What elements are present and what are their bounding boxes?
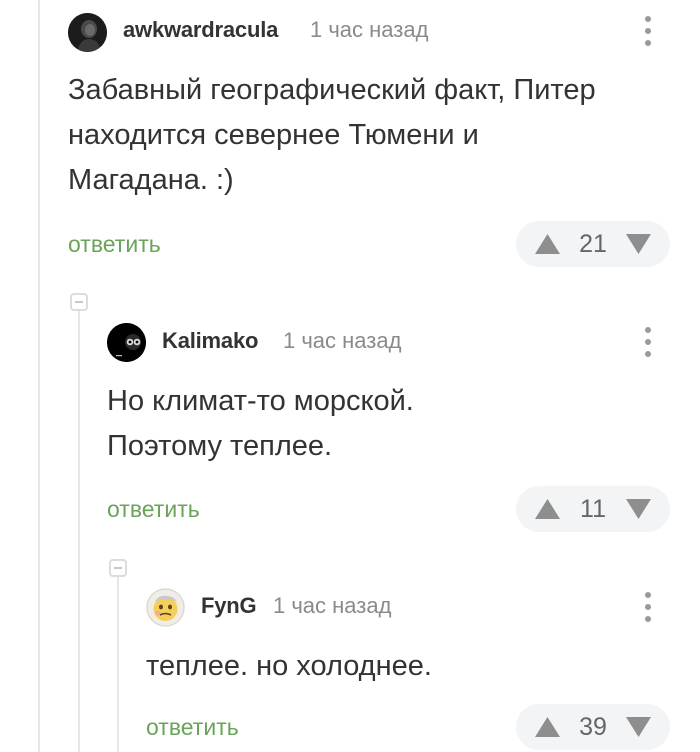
more-options-icon[interactable] [637, 590, 659, 624]
username[interactable]: awkwardracula [123, 17, 278, 43]
comment-text: Но климат-то морской. Поэтому теплее. [107, 379, 414, 469]
rating-count: 11 [580, 495, 606, 523]
collapse-thread-button[interactable] [109, 559, 127, 577]
timestamp: 1 час назад [310, 17, 429, 42]
comment-text-line: Но климат-то морской. [107, 385, 414, 417]
username[interactable]: FynG [201, 593, 257, 619]
downvote-icon[interactable] [625, 716, 652, 738]
downvote-icon[interactable] [625, 233, 652, 255]
timestamp: 1 час назад [283, 328, 402, 353]
rating-widget: 39 [516, 704, 670, 750]
downvote-icon[interactable] [625, 498, 652, 520]
user-emoji-avatar-icon [146, 588, 185, 627]
user-photo-icon [68, 13, 107, 52]
comment-text-line: находится севернее Тюмени и [68, 119, 479, 151]
comment-text: Забавный географический факт, Питер нахо… [68, 68, 596, 203]
collapse-thread-button[interactable] [70, 293, 88, 311]
comment-text-line: Магадана. :) [68, 164, 234, 196]
reply-link[interactable]: ответить [146, 714, 239, 741]
timestamp: 1 час назад [273, 593, 392, 618]
thread-line-level-2 [117, 577, 119, 752]
upvote-icon[interactable] [534, 233, 561, 255]
username[interactable]: Kalimako [162, 328, 258, 354]
avatar[interactable] [68, 13, 107, 52]
thread-line-root [38, 0, 40, 752]
comment-text-line: теплее. но холоднее. [146, 650, 432, 682]
rating-count: 21 [579, 230, 607, 258]
comment-text-line: Поэтому теплее. [107, 430, 333, 462]
rating-widget: 21 [516, 221, 670, 267]
thread-line-level-1 [78, 310, 80, 752]
upvote-icon[interactable] [534, 498, 561, 520]
more-options-icon[interactable] [637, 325, 659, 359]
user-photo-icon [107, 323, 146, 362]
avatar[interactable] [107, 323, 146, 362]
avatar[interactable] [146, 588, 185, 627]
reply-link[interactable]: ответить [107, 496, 200, 523]
rating-widget: 11 [516, 486, 670, 532]
rating-count: 39 [579, 713, 607, 741]
reply-link[interactable]: ответить [68, 231, 161, 258]
upvote-icon[interactable] [534, 716, 561, 738]
comment-text-line: Забавный географический факт, Питер [68, 74, 596, 106]
comment-text: теплее. но холоднее. [146, 644, 432, 689]
more-options-icon[interactable] [637, 14, 659, 48]
